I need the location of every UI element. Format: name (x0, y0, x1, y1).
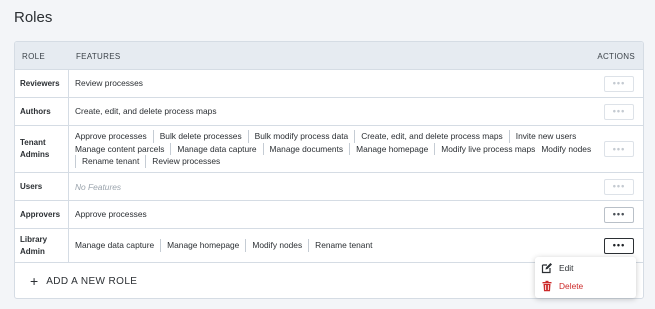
features-cell: Approve processes (70, 201, 607, 228)
menu-item-edit[interactable]: Edit (541, 261, 573, 275)
table-row: Reviewers Review processes ••• (15, 70, 643, 98)
more-dots-icon: ••• (612, 106, 626, 116)
role-name: Library Admin (15, 229, 69, 262)
feature-tag: Modify nodes (541, 143, 592, 154)
row-actions-button[interactable]: ••• (604, 206, 634, 223)
feature-tag: Manage content parcels (75, 143, 165, 154)
header-role: ROLE (22, 52, 45, 61)
menu-item-label: Edit (559, 263, 574, 273)
page-title: Roles (14, 9, 53, 26)
table-row: Authors Create, edit, and delete process… (15, 98, 643, 126)
feature-tag: Modify live process maps (434, 142, 541, 156)
role-name: Tenant Admins (15, 126, 69, 172)
menu-item-delete[interactable]: Delete (541, 279, 583, 293)
plus-icon: + (30, 273, 39, 289)
table-row: Users No Features ••• (15, 173, 643, 201)
features-cell: Review processes (70, 70, 607, 97)
header-features: FEATURES (76, 52, 121, 61)
no-features-text: No Features (75, 181, 122, 192)
feature-list: Manage data capture Manage homepage Modi… (75, 239, 378, 252)
feature-tag: Approve processes (75, 209, 147, 220)
feature-tag: Manage homepage (349, 142, 434, 156)
more-dots-icon: ••• (612, 181, 626, 191)
feature-list: Create, edit, and delete process maps (75, 105, 223, 118)
row-actions-button[interactable]: ••• (604, 141, 634, 157)
feature-tag: Invite new users (508, 130, 583, 143)
role-name: Users (15, 173, 69, 200)
feature-tag: Approve processes (75, 131, 147, 142)
feature-tag: Manage data capture (170, 142, 262, 156)
table-header: ROLE FEATURES ACTIONS (15, 42, 643, 70)
role-name: Approvers (15, 201, 69, 228)
features-cell: No Features (70, 173, 607, 200)
feature-tag: Rename tenant (75, 155, 145, 168)
feature-tag: Manage documents (262, 142, 350, 156)
row-context-menu: Edit Delete (535, 257, 636, 298)
feature-list: Approve processes (75, 208, 153, 221)
row-actions-button[interactable]: ••• (604, 103, 634, 120)
features-cell: Manage data capture Manage homepage Modi… (70, 229, 607, 262)
role-name: Authors (15, 98, 69, 125)
more-dots-icon: ••• (612, 143, 626, 154)
feature-list: Approve processes Bulk delete processes … (75, 130, 603, 168)
more-dots-icon: ••• (612, 240, 626, 250)
feature-tag: Bulk delete processes (152, 130, 248, 143)
feature-tag: Modify nodes (245, 239, 308, 252)
table-row: Approvers Approve processes ••• (15, 201, 643, 229)
row-actions-button[interactable]: ••• (604, 237, 634, 254)
add-role-label: ADD A NEW ROLE (46, 275, 138, 287)
more-dots-icon: ••• (612, 209, 626, 219)
menu-item-label: Delete (559, 281, 584, 291)
feature-tag: Create, edit, and delete process maps (354, 130, 509, 143)
row-actions-button[interactable]: ••• (604, 178, 634, 195)
feature-tag: Rename tenant (308, 239, 378, 252)
header-actions: ACTIONS (597, 52, 635, 61)
role-name: Reviewers (15, 70, 69, 97)
features-cell: Approve processes Bulk delete processes … (70, 126, 607, 172)
feature-tag: Manage homepage (160, 239, 245, 252)
more-dots-icon: ••• (612, 78, 626, 88)
feature-tag: Review processes (75, 78, 143, 89)
edit-icon (541, 263, 552, 274)
feature-tag: Create, edit, and delete process maps (75, 106, 217, 117)
trash-icon (542, 280, 552, 292)
row-actions-button[interactable]: ••• (604, 75, 634, 92)
feature-tag: Bulk modify process data (247, 130, 355, 143)
features-cell: Create, edit, and delete process maps (70, 98, 607, 125)
table-row: Tenant Admins Approve processes Bulk del… (15, 126, 643, 173)
feature-list: Review processes (75, 77, 149, 90)
feature-tag: Manage data capture (75, 240, 155, 251)
feature-tag: Review processes (145, 155, 226, 168)
